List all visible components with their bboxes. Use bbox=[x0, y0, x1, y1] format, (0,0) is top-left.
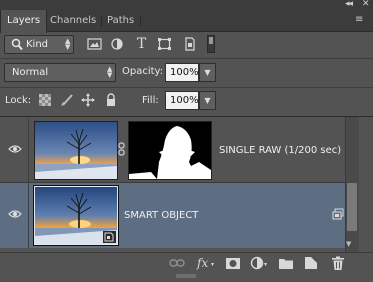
scroll-down-icon[interactable]: ▼ bbox=[346, 240, 351, 248]
type-filter-icon[interactable]: T bbox=[134, 36, 149, 52]
filter-kind-label: Kind bbox=[26, 39, 49, 50]
search-icon bbox=[11, 38, 23, 54]
link-layers-icon[interactable] bbox=[169, 255, 185, 271]
panel-tab-bar: Layers Channels Paths bbox=[0, 10, 373, 33]
tab-channels[interactable]: Channels bbox=[44, 10, 102, 32]
fill-dropdown-button[interactable]: ▼ bbox=[199, 91, 216, 110]
layer-thumbnail[interactable] bbox=[33, 185, 119, 246]
divider bbox=[0, 58, 373, 59]
tab-paths[interactable]: Paths bbox=[101, 10, 140, 32]
opacity-input[interactable]: 100% bbox=[165, 63, 199, 82]
fx-dropdown-icon[interactable]: ▾ bbox=[211, 261, 214, 268]
opacity-label: Opacity: bbox=[122, 66, 164, 77]
new-group-icon[interactable] bbox=[278, 255, 294, 271]
fill-input[interactable]: 100% bbox=[165, 91, 199, 110]
scrollbar-thumb[interactable] bbox=[347, 183, 357, 231]
adjustment-filter-icon[interactable] bbox=[110, 36, 125, 52]
lock-all-icon[interactable] bbox=[104, 93, 118, 107]
layer-mask-thumbnail[interactable] bbox=[128, 121, 212, 180]
adjustment-dropdown-icon[interactable]: ▾ bbox=[264, 261, 267, 268]
panel-menu-icon[interactable]: ≡ bbox=[355, 14, 363, 25]
divider bbox=[28, 117, 29, 182]
tab-layers[interactable]: Layers bbox=[0, 10, 48, 33]
select-arrows-icon: ▲ ▼ bbox=[107, 65, 113, 79]
smart-object-filter-icon[interactable] bbox=[182, 36, 197, 52]
layer-thumbnail[interactable] bbox=[34, 121, 118, 180]
resize-grip-icon[interactable] bbox=[176, 271, 196, 278]
collapse-panel-icon[interactable]: ◂◂ bbox=[345, 0, 353, 9]
smart-object-badge-icon bbox=[332, 208, 344, 223]
divider bbox=[0, 87, 373, 88]
opacity-dropdown-button[interactable]: ▼ bbox=[199, 63, 216, 82]
divider bbox=[28, 183, 29, 248]
panel-header-strip bbox=[0, 0, 373, 10]
fill-label: Fill: bbox=[142, 95, 159, 106]
lock-position-icon[interactable] bbox=[81, 93, 95, 107]
eye-icon[interactable] bbox=[8, 144, 22, 154]
new-layer-icon[interactable] bbox=[303, 255, 319, 271]
eye-icon[interactable] bbox=[8, 209, 22, 219]
filter-toggle-switch[interactable] bbox=[207, 35, 215, 53]
tab-separator bbox=[140, 15, 141, 27]
lock-image-pixels-icon[interactable] bbox=[60, 93, 74, 107]
filter-kind-select[interactable]: Kind ▲ ▼ bbox=[4, 35, 74, 54]
shape-filter-icon[interactable] bbox=[157, 36, 172, 52]
mask-link-icon[interactable] bbox=[118, 142, 125, 159]
add-mask-icon[interactable] bbox=[225, 255, 241, 271]
pixel-filter-icon[interactable] bbox=[87, 36, 102, 52]
trash-icon[interactable] bbox=[330, 255, 346, 271]
blend-mode-select[interactable]: Normal ▲ ▼ bbox=[4, 63, 116, 82]
close-panel-icon[interactable]: ✕ bbox=[362, 0, 370, 9]
lock-label: Lock: bbox=[5, 95, 32, 106]
lock-transparent-pixels-icon[interactable] bbox=[38, 93, 52, 107]
layer-name[interactable]: SMART OBJECT bbox=[124, 210, 198, 221]
layer-name[interactable]: SINGLE RAW (1/200 sec) bbox=[219, 145, 341, 156]
blend-mode-value: Normal bbox=[12, 67, 49, 78]
select-arrows-icon: ▲ ▼ bbox=[65, 37, 71, 51]
